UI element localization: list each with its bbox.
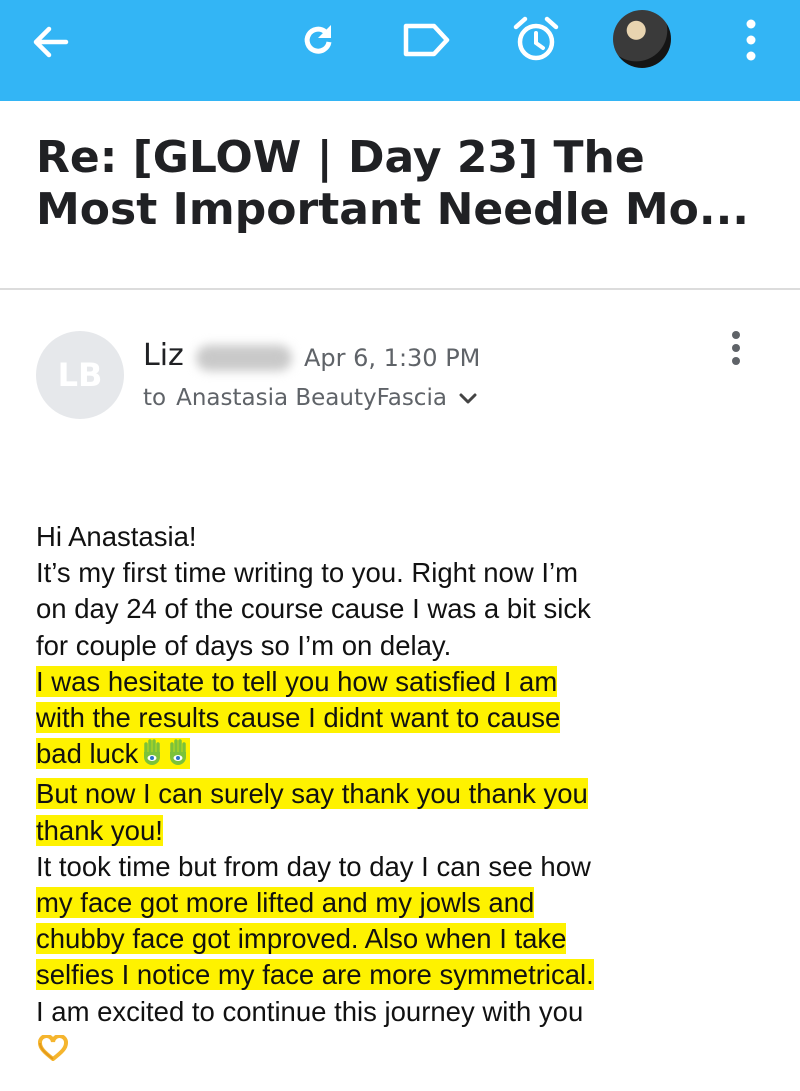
body-line: It’s my first time writing to you. Right… <box>36 557 578 589</box>
email-subject: Re: [GLOW | Day 23] The Most Important N… <box>36 132 776 236</box>
hamsa-emoji-icon <box>140 739 164 776</box>
label-icon[interactable] <box>402 22 452 58</box>
highlighted-line: selfies I notice my face are more symmet… <box>36 959 594 991</box>
body-line: Hi Anastasia! <box>36 521 197 552</box>
heart-hands-emoji-icon <box>38 1033 68 1070</box>
hamsa-emoji-icon <box>166 739 190 776</box>
body-line: I am excited to continue this journey wi… <box>36 995 584 1027</box>
message-body: Hi Anastasia! It’s my first time writing… <box>36 519 776 1070</box>
highlighted-line: with the results cause I didnt want to c… <box>36 702 561 734</box>
more-vertical-icon[interactable] <box>744 18 758 62</box>
heart-hands-emoji-line <box>36 1030 776 1070</box>
highlighted-line: But now I can surely say thank you thank… <box>36 778 588 810</box>
app-bar <box>0 0 800 101</box>
recipient-details-toggle[interactable]: to Anastasia BeautyFascia <box>143 385 477 411</box>
highlighted-line: I was hesitate to tell you how satisfied… <box>36 665 558 697</box>
alarm-clock-icon[interactable] <box>512 16 560 64</box>
sent-date: Apr 6, 1:30 PM <box>304 344 481 372</box>
highlighted-line: bad luck <box>36 738 191 770</box>
body-line: It took time but from day to day I can s… <box>36 850 591 882</box>
subject-line-2: Most Important Needle Mo... <box>36 184 750 235</box>
recipient-prefix: to <box>143 385 167 411</box>
body-line: for couple of days so I’m on delay. <box>36 629 452 661</box>
recipient-name: Anastasia BeautyFascia <box>176 385 447 411</box>
highlighted-line: my face got more lifted and my jowls and <box>36 887 535 919</box>
highlighted-line: chubby face got improved. Also when I ta… <box>36 923 567 955</box>
account-avatar[interactable] <box>613 10 671 68</box>
divider <box>0 288 800 290</box>
message-more-icon[interactable] <box>724 330 748 370</box>
sender-name[interactable]: Liz <box>143 338 184 373</box>
back-arrow-icon[interactable] <box>30 22 70 62</box>
refresh-icon[interactable] <box>298 20 338 60</box>
chevron-down-icon[interactable] <box>459 385 477 411</box>
subject-line-1: Re: [GLOW | Day 23] The <box>36 132 645 183</box>
body-line: on day 24 of the course cause I was a bi… <box>36 593 591 625</box>
body-line-text: bad luck <box>36 738 139 770</box>
sender-avatar[interactable]: LB <box>36 331 124 419</box>
highlighted-line: thank you! <box>36 814 163 846</box>
redacted-surname <box>196 345 292 371</box>
